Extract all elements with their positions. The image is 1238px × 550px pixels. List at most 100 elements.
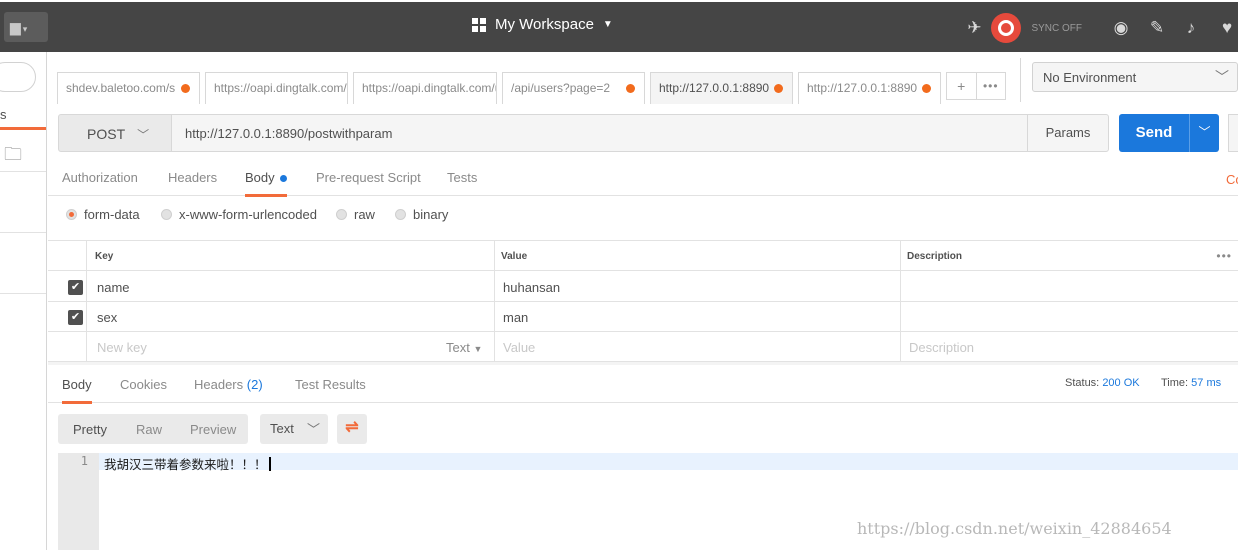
format-raw[interactable]: Raw [136,422,162,437]
response-tab-headers[interactable]: Headers (2) [194,377,263,392]
environment-select[interactable]: No Environment ﹀ [1032,62,1238,92]
environment-label: No Environment [1043,70,1137,85]
tab-headers[interactable]: Headers [168,170,217,185]
param-value[interactable]: huhansan [503,272,560,301]
cookies-link[interactable]: Co [1226,172,1238,187]
workspace-switcher[interactable]: My Workspace ▼ [472,16,613,33]
request-tab[interactable]: shdev.baletoo.com/s [57,72,200,104]
format-pretty[interactable]: Pretty [73,422,107,437]
heart-icon[interactable]: ♥ [1216,18,1238,38]
request-tab[interactable]: https://oapi.dingtalk.com/u [353,72,497,104]
response-tab-cookies[interactable]: Cookies [120,377,167,392]
wrench-icon[interactable]: ✎ [1146,18,1168,38]
text-cursor [268,457,271,471]
workspace-label: My Workspace [495,16,594,33]
divider [86,241,87,363]
radio-label: form-data [84,207,140,222]
radio-binary[interactable]: binary [395,207,448,222]
unsaved-dot-icon [626,84,635,93]
tab-label: https://oapi.dingtalk.com/g [214,81,348,95]
new-key-input[interactable]: New key [97,332,147,361]
radio-icon [395,209,406,220]
param-value[interactable]: man [503,302,528,331]
tab-authorization[interactable]: Authorization [62,170,138,185]
request-tab[interactable]: https://oapi.dingtalk.com/g [205,72,348,104]
tab-label: https://oapi.dingtalk.com/u [362,81,497,95]
tab-tests[interactable]: Tests [447,170,477,185]
caret-down-icon: ▼ [473,344,483,354]
chevron-down-icon: ▾ [22,24,28,34]
radio-urlencoded[interactable]: x-www-form-urlencoded [161,207,317,222]
format-type-label: Text [270,421,294,436]
new-value-input[interactable]: Value [503,332,535,361]
response-body-content: 我胡汉三带着参数来啦！！！ [104,457,267,472]
divider [0,293,46,294]
url-input[interactable]: http://127.0.0.1:8890/postwithparam [172,114,1028,152]
new-button[interactable]: ▆ ▾ [4,12,48,42]
watermark: https://blog.csdn.net/weixin_42884654 [857,519,1172,538]
time-value[interactable]: 57 ms [1191,377,1221,389]
request-tab[interactable]: /api/users?page=2 [502,72,645,104]
format-toggle: Pretty Raw Preview [58,414,248,444]
line-number: 1 [80,454,88,468]
param-key[interactable]: name [97,272,130,301]
more-tabs-button[interactable]: ••• [975,73,1006,99]
send-button[interactable]: Send ﹀ [1119,114,1219,152]
more-options-icon[interactable]: ••• [1216,249,1232,263]
new-param-row: New key Text ▼ Value Description [48,332,1238,362]
tab-pre-request-script[interactable]: Pre-request Script [316,170,421,185]
params-button[interactable]: Params [1027,114,1109,152]
new-description-input[interactable]: Description [909,332,974,361]
request-tab[interactable]: http://127.0.0.1:8890 [798,72,941,104]
modified-dot-icon [279,175,287,183]
radio-form-data[interactable]: form-data [66,207,140,222]
save-button[interactable] [1228,114,1238,152]
method-select[interactable]: POST ﹀ [58,114,172,152]
tab-body-label: Body [245,170,275,185]
grid-icon [472,17,486,32]
request-tab-active[interactable]: http://127.0.0.1:8890 [650,72,793,104]
radio-label: x-www-form-urlencoded [179,207,317,222]
radio-raw[interactable]: raw [336,207,375,222]
globe-icon[interactable]: ◉ [1110,18,1132,38]
sidebar-tab[interactable]: s [0,104,46,130]
headers-count: (2) [246,377,263,392]
unsaved-dot-icon [922,84,931,93]
response-tab-body[interactable]: Body [62,377,92,404]
unsaved-dot-icon [181,84,190,93]
tab-actions: + ••• [946,72,1006,100]
response-tab-test-results[interactable]: Test Results [295,377,366,392]
request-subtabs: Authorization Headers Body Pre-request S… [48,160,1238,197]
sync-icon[interactable] [991,13,1022,43]
new-folder-icon[interactable]: 🗀 [4,142,22,172]
bell-icon[interactable]: ♪ [1180,18,1202,38]
chevron-down-icon: ▼ [602,19,613,30]
satellite-icon[interactable]: ✈ [963,18,985,38]
send-label: Send [1135,124,1173,141]
param-type-label: Text [446,340,470,355]
radio-icon [336,209,347,220]
unsaved-dot-icon [774,84,783,93]
column-header-value: Value [501,251,528,262]
status-value[interactable]: 200 OK [1102,377,1139,389]
chevron-down-icon[interactable]: ﹀ [1189,114,1219,152]
format-preview[interactable]: Preview [190,422,236,437]
divider [0,171,46,172]
search-input[interactable] [0,62,36,92]
divider [0,232,46,233]
divider [494,241,495,363]
app-header: ▆ ▾ My Workspace ▼ ✈ SYNC OFF ◉ ✎ ♪ ♥ [0,0,1238,52]
format-type-select[interactable]: Text ﹀ [260,414,328,444]
param-type-select[interactable]: Text ▼ [446,340,482,355]
add-tab-button[interactable]: + [947,73,976,99]
row-checkbox[interactable]: ✔ [68,310,83,325]
new-icon: ▆ [10,19,21,35]
response-body-text[interactable]: 我胡汉三带着参数来啦！！！ [104,454,271,473]
wrap-lines-icon[interactable]: ⇌ [337,414,367,444]
row-checkbox[interactable]: ✔ [68,280,83,295]
table-header: Key Value Description ••• [48,241,1238,271]
request-tabs: shdev.baletoo.com/s https://oapi.dingtal… [48,52,1020,104]
tab-body[interactable]: Body [245,170,287,197]
response-time: Time: 57 ms [1161,377,1221,389]
param-key[interactable]: sex [97,302,117,331]
